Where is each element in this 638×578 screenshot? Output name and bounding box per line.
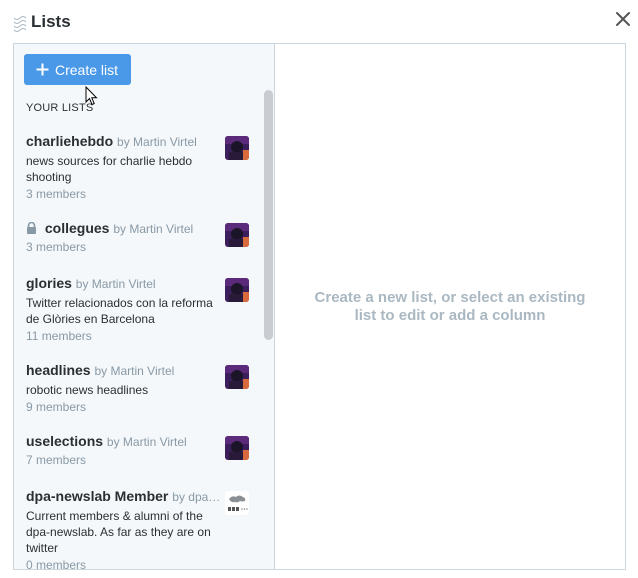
list-members: 7 members: [26, 453, 87, 467]
list-owner: by Martin Virtel: [94, 364, 175, 378]
list-description: news sources for charlie hebdo shooting: [26, 154, 193, 184]
list-title-row: charliehebdo by Martin Virtel: [26, 133, 223, 151]
create-list-button[interactable]: Create list: [24, 54, 131, 85]
list-detail-pane: Create a new list, or select an existing…: [275, 44, 625, 569]
sidebar-scrollbar[interactable]: [264, 90, 273, 340]
list-description: Twitter relacionados con la reforma de G…: [26, 296, 213, 326]
list-item[interactable]: collegues by Martin Virtel 3 members: [14, 216, 262, 271]
list-title-row: glories by Martin Virtel: [26, 275, 223, 293]
close-icon[interactable]: [614, 10, 632, 28]
modal-header: Lists: [0, 0, 638, 44]
list-item[interactable]: uselections by Martin Virtel 7 members: [14, 429, 262, 484]
list-members: 0 members: [26, 558, 87, 569]
list-title-row: uselections by Martin Virtel: [26, 433, 223, 451]
avatar: [225, 436, 249, 460]
dpa-logo: [225, 491, 249, 515]
list-title-row: headlines by Martin Virtel: [26, 362, 223, 380]
list-name: headlines: [26, 362, 91, 378]
lists-panel: Create list YOUR LISTS charliehebdo by M…: [13, 43, 626, 570]
list-owner: by Martin Virtel: [117, 135, 197, 149]
list-item[interactable]: charliehebdo by Martin Virtel news sourc…: [14, 129, 262, 216]
avatar: [225, 136, 249, 160]
list-members: 3 members: [26, 240, 87, 254]
list-owner: by Martin Virtel: [75, 277, 156, 291]
list-members: 3 members: [26, 187, 87, 201]
lists-list: charliehebdo by Martin Virtel news sourc…: [14, 129, 262, 569]
list-name: collegues: [44, 220, 110, 236]
list-title-row: collegues by Martin Virtel: [26, 220, 223, 238]
empty-state-message: Create a new list, or select an existing…: [314, 289, 586, 324]
lists-sidebar: Create list YOUR LISTS charliehebdo by M…: [14, 44, 275, 569]
avatar: [225, 365, 249, 389]
list-item[interactable]: glories by Martin Virtel Twitter relacio…: [14, 271, 262, 358]
avatar: [225, 223, 249, 247]
list-owner: by Martin Virtel: [106, 435, 187, 449]
list-name: charliehebdo: [26, 133, 114, 149]
avatar: [225, 278, 249, 302]
drag-handle-icon[interactable]: [13, 16, 27, 32]
list-name: glories: [26, 275, 72, 291]
list-members: 11 members: [26, 329, 92, 343]
list-item[interactable]: dpa-newslab Member by dpa… Current membe…: [14, 484, 262, 569]
create-list-label: Create list: [55, 61, 119, 78]
plus-icon: [36, 63, 49, 76]
modal-title: Lists: [31, 12, 71, 31]
list-owner: by dpa…: [172, 490, 221, 504]
list-name: dpa-newslab Member: [26, 488, 169, 504]
list-description: Current members & alumni of the dpa-news…: [26, 509, 211, 555]
lock-icon: [26, 222, 37, 234]
list-description: robotic news headlines: [26, 383, 149, 397]
list-members: 9 members: [26, 400, 87, 414]
list-item[interactable]: headlines by Martin Virtel robotic news …: [14, 358, 262, 429]
list-owner: by Martin Virtel: [113, 222, 194, 236]
your-lists-heading: YOUR LISTS: [26, 102, 94, 114]
list-title-row: dpa-newslab Member by dpa…: [26, 488, 223, 506]
list-name: uselections: [26, 433, 104, 449]
